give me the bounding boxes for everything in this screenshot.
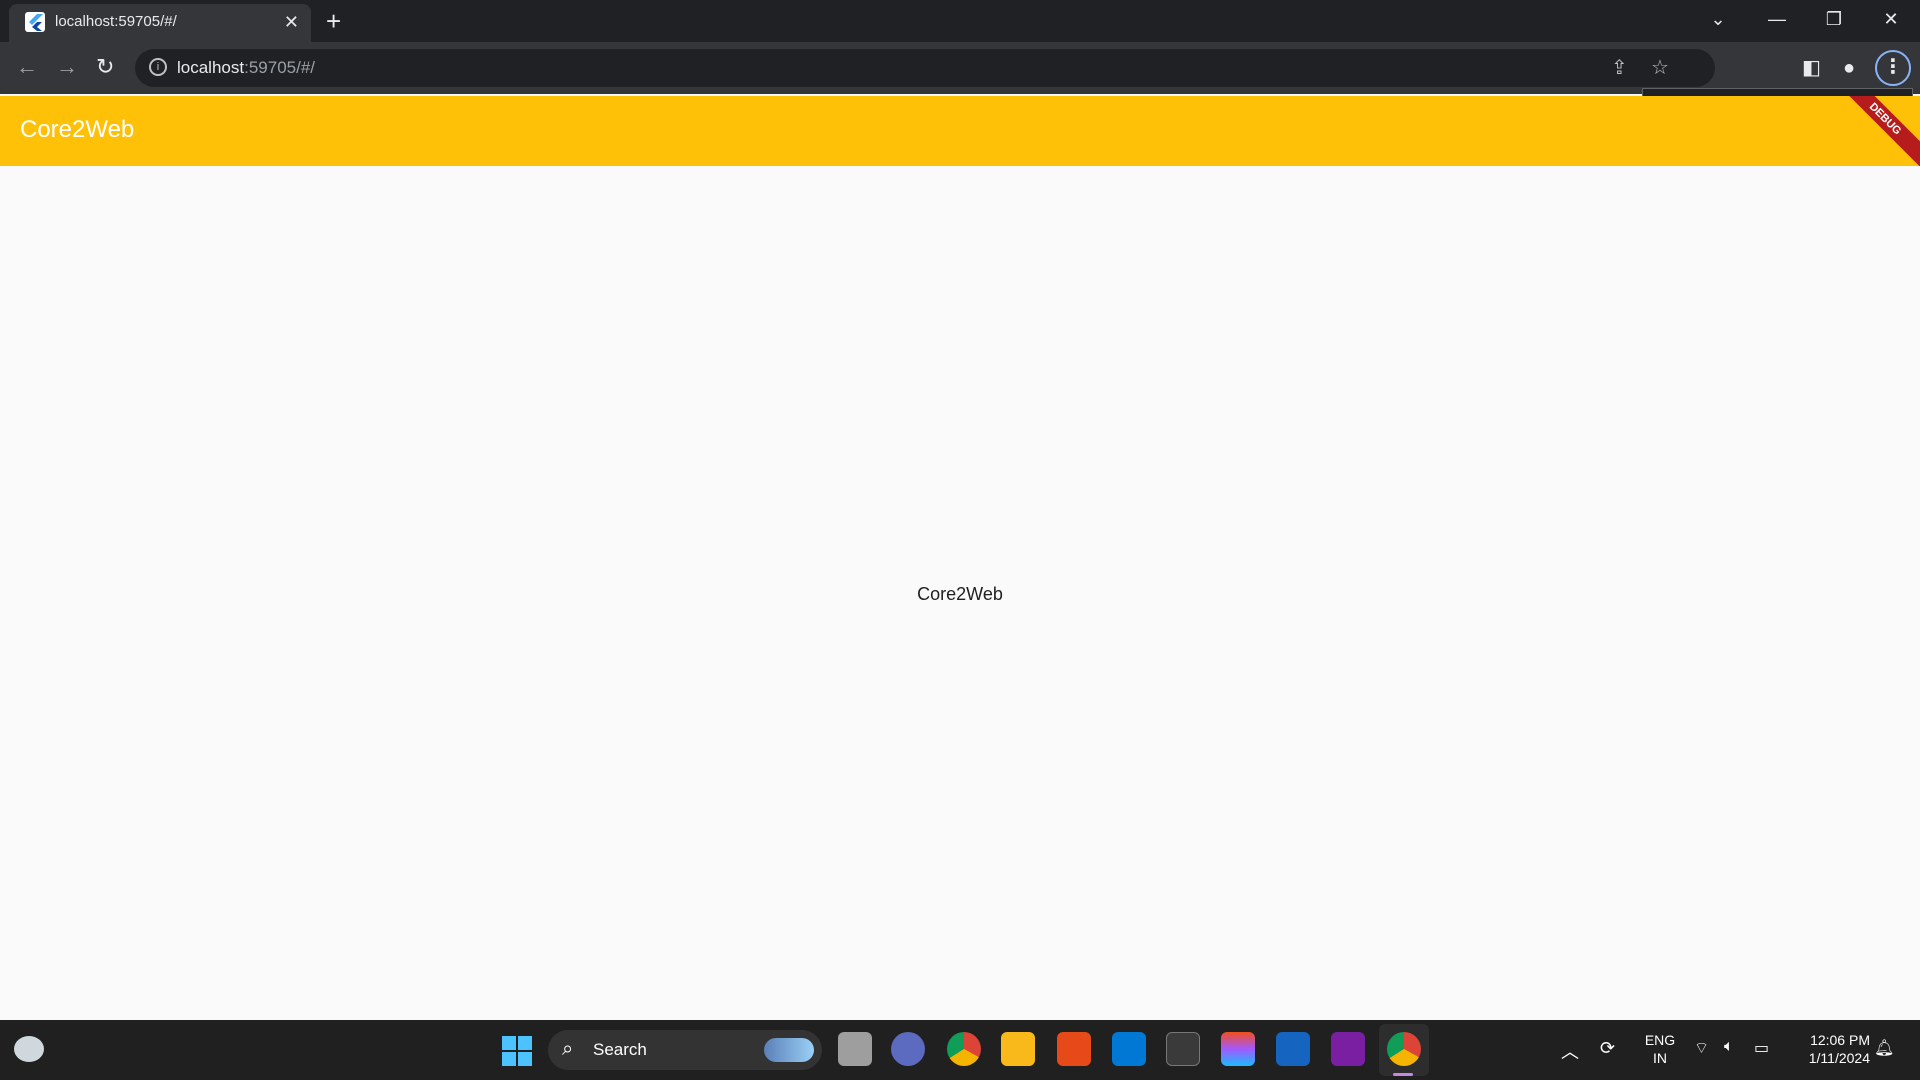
url-path: :59705/#/ [244, 58, 316, 77]
mysql-icon[interactable] [1276, 1032, 1310, 1066]
back-arrow-icon[interactable]: ← [16, 54, 38, 80]
chrome-running-icon[interactable] [1387, 1032, 1421, 1066]
wifi-icon[interactable]: ⌔ [1694, 1038, 1709, 1058]
volume-icon[interactable]: 🔈︎ [1724, 1038, 1734, 1056]
battery-icon[interactable]: ▭ [1754, 1038, 1769, 1058]
url-host: localhost [177, 58, 245, 77]
clock[interactable]: 12:06 PM 1/11/2024 [1790, 1031, 1870, 1067]
search-label: Search [593, 1040, 647, 1059]
browser-toolbar: ← → ↻ i localhost:59705/#/ ⇪ ☆ ◧ ● ⋮ [0, 42, 1920, 94]
visual-studio-icon[interactable] [1331, 1032, 1365, 1066]
new-tab-button[interactable]: + [326, 6, 341, 36]
app-bar: Core2Web DEBUG [0, 96, 1920, 166]
flutter-favicon-icon [25, 12, 45, 32]
app-body: Core2Web [0, 166, 1920, 1020]
tab-search-chevron-icon[interactable]: ⌄ [1698, 4, 1738, 34]
forward-arrow-icon[interactable]: → [56, 54, 78, 80]
tray-chevron-icon[interactable]: ︿ [1561, 1038, 1579, 1064]
share-icon[interactable]: ⇪ [1611, 57, 1628, 79]
lang-line2: IN [1653, 1050, 1667, 1066]
lang-line1: ENG [1644, 1032, 1676, 1048]
minimize-icon[interactable]: — [1757, 4, 1797, 34]
browser-tab-strip: localhost:59705/#/ ✕ + ⌄ — ❐ ✕ [0, 0, 1920, 42]
info-icon[interactable]: i [149, 58, 167, 76]
tab-close-icon[interactable]: ✕ [284, 12, 299, 32]
chrome-active-indicator [1393, 1073, 1413, 1076]
weather-icon[interactable] [14, 1036, 44, 1062]
terminal-icon[interactable] [1166, 1032, 1200, 1066]
browser-tab[interactable]: localhost:59705/#/ ✕ [9, 4, 311, 42]
close-window-icon[interactable]: ✕ [1871, 4, 1911, 34]
chrome-app-icon[interactable] [947, 1032, 981, 1066]
teams-chat-icon[interactable] [891, 1032, 925, 1066]
bell-icon[interactable]: 🔔︎ [1874, 1038, 1894, 1058]
clock-time: 12:06 PM [1810, 1032, 1870, 1048]
menu-dots-icon[interactable]: ⋮ [1875, 50, 1911, 86]
star-icon[interactable]: ☆ [1651, 57, 1669, 79]
taskbar-search-box[interactable]: ⌕ Search [548, 1030, 822, 1070]
profile-icon[interactable]: ● [1843, 55, 1855, 81]
language-indicator[interactable]: ENG IN [1642, 1031, 1678, 1067]
vscode-icon[interactable] [1112, 1032, 1146, 1066]
reload-icon[interactable]: ↻ [96, 54, 114, 80]
search-highlight-icon [764, 1038, 814, 1062]
app-bar-title: Core2Web [20, 116, 135, 143]
windows-start-icon[interactable] [502, 1036, 532, 1066]
url-text[interactable]: localhost:59705/#/ [177, 58, 315, 78]
windows-taskbar: ⌕ Search ︿ ⟳ ENG IN ⌔ 🔈︎ ▭ 12:06 PM 1/11… [0, 1020, 1920, 1080]
figma-icon[interactable] [1221, 1032, 1255, 1066]
sync-icon[interactable]: ⟳ [1600, 1038, 1615, 1059]
tab-title: localhost:59705/#/ [55, 13, 177, 30]
debug-banner: DEBUG [1825, 96, 1920, 166]
sidepanel-icon[interactable]: ◧ [1802, 55, 1821, 81]
center-text: Core2Web [917, 584, 1003, 604]
clock-date: 1/11/2024 [1808, 1050, 1870, 1066]
task-view-icon[interactable] [838, 1032, 872, 1066]
restore-icon[interactable]: ❐ [1814, 4, 1854, 34]
search-icon: ⌕ [562, 1038, 574, 1060]
file-explorer-icon[interactable] [1001, 1032, 1035, 1066]
address-bar[interactable]: i localhost:59705/#/ ⇪ ☆ [135, 49, 1715, 87]
ubuntu-app-icon[interactable] [1057, 1032, 1091, 1066]
